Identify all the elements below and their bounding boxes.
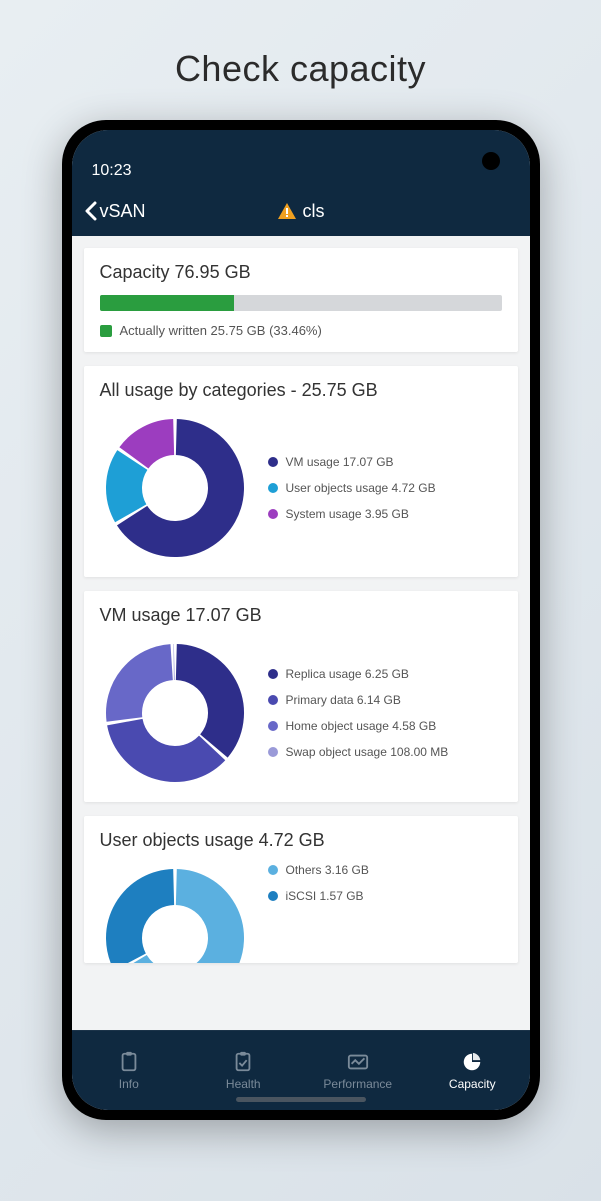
legend-item: Home object usage 4.58 GB <box>268 719 449 733</box>
info-icon <box>118 1051 140 1073</box>
legend-item: Replica usage 6.25 GB <box>268 667 449 681</box>
warning-icon <box>277 202 297 220</box>
legend-dot <box>268 669 278 679</box>
legend-label: System usage 3.95 GB <box>286 507 409 521</box>
tab-capacity-label: Capacity <box>449 1077 496 1091</box>
user-objects-chart-row: Others 3.16 GB iSCSI 1.57 GB <box>100 863 502 963</box>
legend-label: Home object usage 4.58 GB <box>286 719 437 733</box>
all-usage-chart-row: VM usage 17.07 GB User objects usage 4.72… <box>100 413 502 563</box>
capacity-progress-fill <box>100 295 235 311</box>
vm-usage-title: VM usage 17.07 GB <box>100 605 502 626</box>
capacity-swatch <box>100 325 112 337</box>
all-usage-legend: VM usage 17.07 GB User objects usage 4.72… <box>268 455 436 521</box>
legend-item: System usage 3.95 GB <box>268 507 436 521</box>
home-indicator[interactable] <box>236 1097 366 1102</box>
vm-usage-donut <box>100 638 250 788</box>
tab-performance-label: Performance <box>323 1077 392 1091</box>
legend-dot <box>268 721 278 731</box>
legend-label: VM usage 17.07 GB <box>286 455 394 469</box>
legend-item: User objects usage 4.72 GB <box>268 481 436 495</box>
phone-frame: 10:23 vSAN cls Capacity 76.95 G <box>62 120 540 1120</box>
vm-usage-chart-row: Replica usage 6.25 GB Primary data 6.14 G… <box>100 638 502 788</box>
legend-label: iSCSI 1.57 GB <box>286 889 364 903</box>
tab-capacity[interactable]: Capacity <box>415 1031 530 1110</box>
nav-title: cls <box>303 201 325 222</box>
legend-dot <box>268 509 278 519</box>
capacity-legend: Actually written 25.75 GB (33.46%) <box>100 323 502 338</box>
user-objects-legend: Others 3.16 GB iSCSI 1.57 GB <box>268 863 369 903</box>
status-time: 10:23 <box>92 162 132 180</box>
legend-dot <box>268 457 278 467</box>
all-usage-donut <box>100 413 250 563</box>
tab-info-label: Info <box>119 1077 139 1091</box>
user-objects-card: User objects usage 4.72 GB Others 3.16 G… <box>84 816 518 963</box>
back-label: vSAN <box>100 201 146 222</box>
capacity-title: Capacity 76.95 GB <box>100 262 502 283</box>
all-usage-title: All usage by categories - 25.75 GB <box>100 380 502 401</box>
capacity-progress-track <box>100 295 502 311</box>
status-bar: 10:23 <box>72 130 530 186</box>
legend-item: Primary data 6.14 GB <box>268 693 449 707</box>
legend-item: Swap object usage 108.00 MB <box>268 745 449 759</box>
legend-dot <box>268 891 278 901</box>
all-usage-card: All usage by categories - 25.75 GB VM us… <box>84 366 518 577</box>
content-area[interactable]: Capacity 76.95 GB Actually written 25.75… <box>72 236 530 1030</box>
capacity-legend-text: Actually written 25.75 GB (33.46%) <box>120 323 322 338</box>
legend-item: iSCSI 1.57 GB <box>268 889 369 903</box>
user-objects-title: User objects usage 4.72 GB <box>100 830 502 851</box>
capacity-card: Capacity 76.95 GB Actually written 25.75… <box>84 248 518 352</box>
legend-label: Others 3.16 GB <box>286 863 369 877</box>
legend-dot <box>268 483 278 493</box>
legend-label: Swap object usage 108.00 MB <box>286 745 449 759</box>
capacity-icon <box>461 1051 483 1073</box>
vm-usage-legend: Replica usage 6.25 GB Primary data 6.14 G… <box>268 667 449 759</box>
legend-dot <box>268 695 278 705</box>
vm-usage-card: VM usage 17.07 GB Replica usage 6.25 GB P… <box>84 591 518 802</box>
legend-dot <box>268 865 278 875</box>
tab-info[interactable]: Info <box>72 1031 187 1110</box>
camera-cutout <box>482 152 500 170</box>
nav-bar: vSAN cls <box>72 186 530 236</box>
user-objects-donut <box>100 863 250 963</box>
legend-label: Replica usage 6.25 GB <box>286 667 409 681</box>
legend-item: VM usage 17.07 GB <box>268 455 436 469</box>
legend-label: Primary data 6.14 GB <box>286 693 401 707</box>
page-heading: Check capacity <box>175 48 426 90</box>
legend-item: Others 3.16 GB <box>268 863 369 877</box>
legend-dot <box>268 747 278 757</box>
phone-screen: 10:23 vSAN cls Capacity 76.95 G <box>72 130 530 1110</box>
legend-label: User objects usage 4.72 GB <box>286 481 436 495</box>
performance-icon <box>347 1051 369 1073</box>
health-icon <box>232 1051 254 1073</box>
back-button[interactable]: vSAN <box>84 201 146 222</box>
tab-health-label: Health <box>226 1077 261 1091</box>
chevron-left-icon <box>84 201 98 221</box>
